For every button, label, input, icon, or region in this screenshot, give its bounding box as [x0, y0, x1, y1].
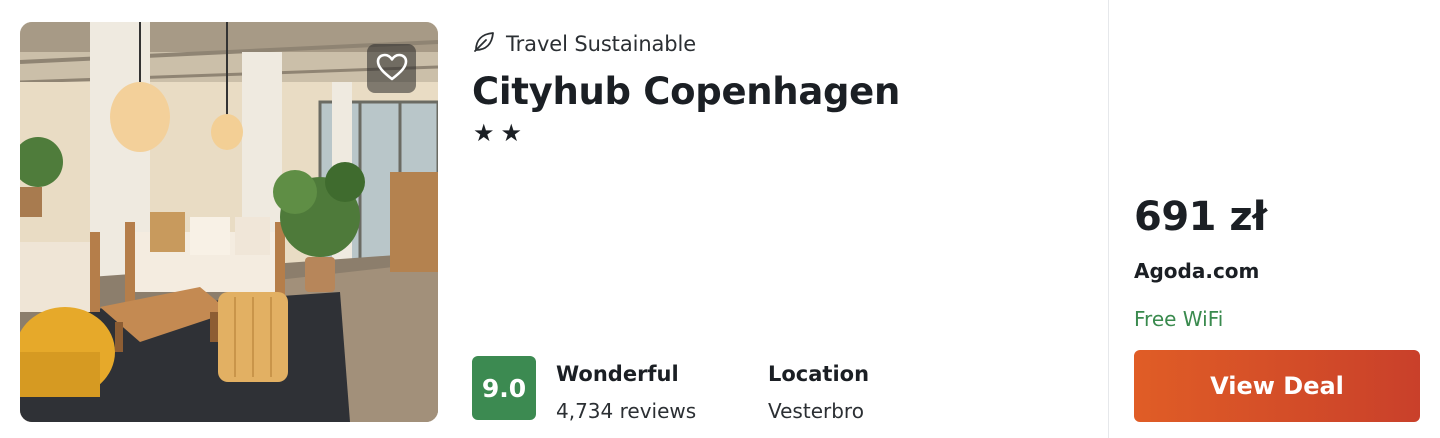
rating-label: Wonderful — [556, 362, 679, 386]
hotel-result-card: Travel Sustainable Cityhub Copenhagen ★★… — [0, 0, 1440, 438]
sustainability-label: Travel Sustainable — [506, 32, 697, 56]
hotel-name[interactable]: Cityhub Copenhagen — [472, 70, 900, 113]
travel-sustainable-badge: Travel Sustainable — [472, 30, 696, 58]
heart-icon — [375, 52, 409, 86]
location-area: Vesterbro — [768, 399, 864, 423]
amenity-label: Free WiFi — [1134, 307, 1224, 331]
view-deal-button[interactable]: View Deal — [1134, 350, 1420, 422]
star-rating: ★★ — [473, 119, 529, 147]
leaf-icon — [472, 30, 496, 58]
review-score-badge: 9.0 — [472, 356, 536, 420]
location-title: Location — [768, 362, 870, 386]
deal-price: 691 zł — [1134, 194, 1267, 240]
deal-provider: Agoda.com — [1134, 259, 1260, 283]
favorite-button[interactable] — [367, 44, 416, 93]
column-divider — [1108, 0, 1109, 438]
review-count[interactable]: 4,734 reviews — [556, 399, 696, 423]
